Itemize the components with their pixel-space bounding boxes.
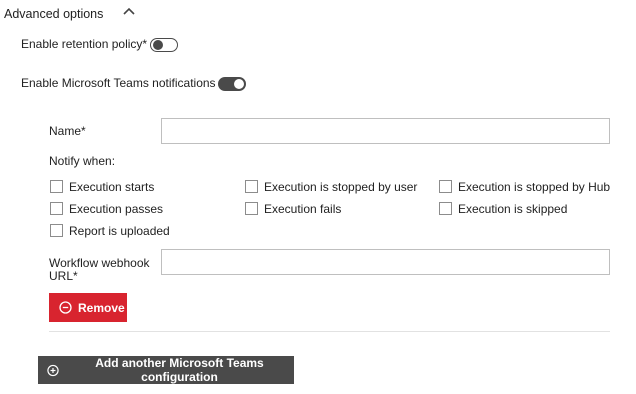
teams-notifications-label: Enable Microsoft Teams notifications	[21, 76, 216, 90]
checkbox-execution-skipped[interactable]	[439, 202, 452, 215]
checkbox-execution-passes[interactable]	[50, 202, 63, 215]
checkbox-label: Report is uploaded	[69, 224, 170, 238]
checkbox-execution-starts[interactable]	[50, 180, 63, 193]
toggle-knob	[234, 79, 244, 89]
chevron-up-icon[interactable]	[122, 6, 136, 16]
checkbox-label: Execution passes	[69, 202, 164, 216]
checkbox-execution-fails[interactable]	[245, 202, 258, 215]
divider	[49, 331, 610, 332]
webhook-label-line2: URL*	[49, 269, 78, 283]
checkbox-label: Execution is stopped by Hub	[458, 180, 611, 194]
add-teams-configuration-label: Add another Microsoft Teams configuratio…	[95, 356, 264, 384]
plus-circle-icon	[47, 364, 59, 376]
checkbox-report-uploaded[interactable]	[50, 224, 63, 237]
retention-policy-label: Enable retention policy*	[21, 37, 148, 51]
webhook-label-line1: Workflow webhook	[49, 256, 150, 270]
remove-button-label: Remove	[78, 300, 125, 315]
add-teams-configuration-button[interactable]: Add another Microsoft Teams configuratio…	[38, 356, 294, 384]
name-input[interactable]	[161, 118, 610, 144]
notify-when-label: Notify when:	[49, 154, 116, 168]
advanced-options-title[interactable]: Advanced options	[4, 7, 103, 21]
webhook-url-input[interactable]	[161, 249, 610, 275]
teams-notifications-toggle[interactable]	[218, 77, 246, 91]
minus-circle-icon	[59, 301, 72, 314]
toggle-knob	[153, 40, 163, 50]
name-label: Name*	[49, 124, 86, 138]
checkbox-execution-stopped-by-user[interactable]	[245, 180, 258, 193]
checkbox-label: Execution fails	[264, 202, 342, 216]
checkbox-label: Execution is stopped by user	[264, 180, 418, 194]
checkbox-label: Execution is skipped	[458, 202, 568, 216]
remove-button[interactable]: Remove	[49, 293, 127, 322]
checkbox-execution-stopped-by-hub[interactable]	[439, 180, 452, 193]
retention-policy-toggle[interactable]	[150, 38, 178, 52]
checkbox-label: Execution starts	[69, 180, 155, 194]
